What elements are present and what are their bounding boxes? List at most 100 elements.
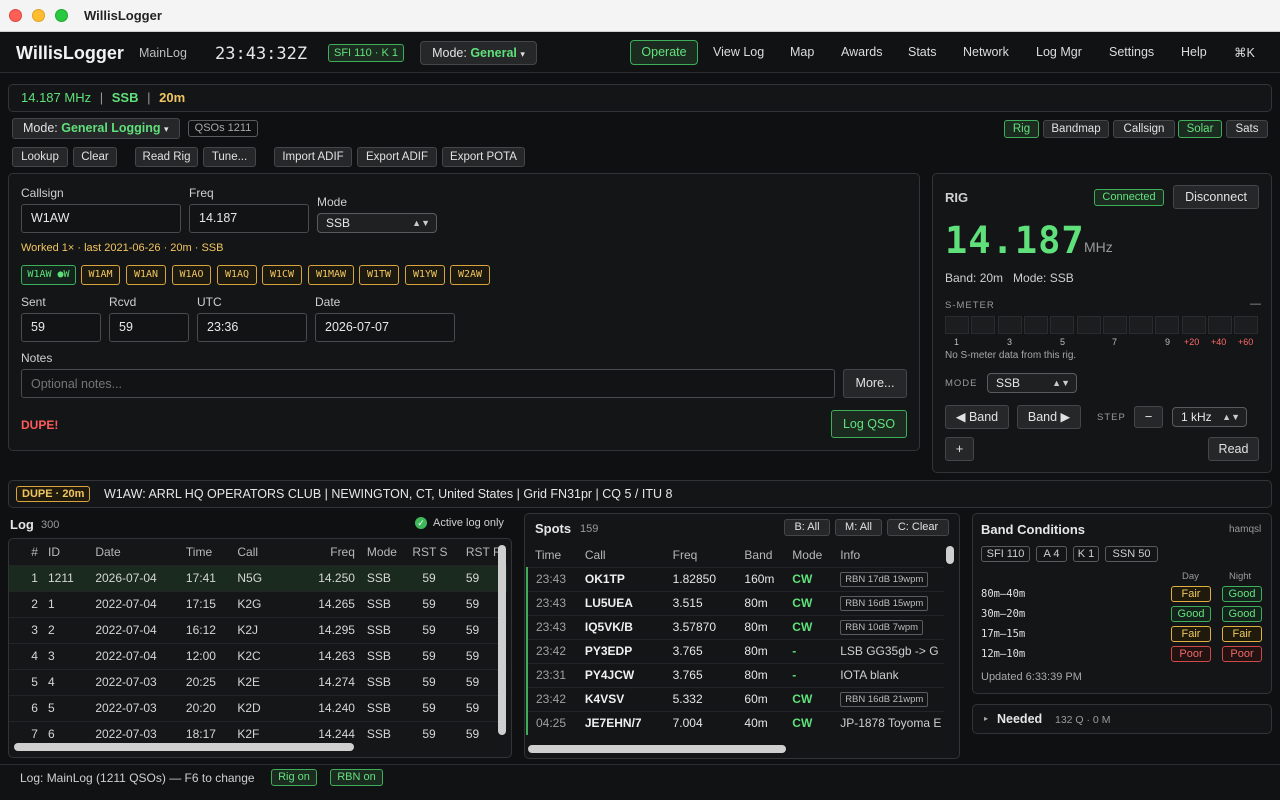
spot-row[interactable]: 23:43 IQ5VK/B 3.57870 80m CW RBN 10dB 7wpm bbox=[526, 615, 944, 639]
toggle-rig[interactable]: Rig bbox=[1004, 120, 1039, 138]
more-button[interactable]: More... bbox=[843, 369, 907, 398]
read-button[interactable]: Read bbox=[1208, 437, 1259, 461]
column-header[interactable]: Date bbox=[91, 539, 182, 565]
toggle-callsign[interactable]: Callsign bbox=[1113, 120, 1175, 138]
mode-filter-button[interactable]: M: All bbox=[835, 519, 882, 536]
column-header[interactable]: ID bbox=[44, 539, 91, 565]
nav-map[interactable]: Map bbox=[790, 45, 814, 59]
table-row[interactable]: 4 3 2022-07-04 12:00 K2C 14.263 SSB 59 59 bbox=[9, 643, 507, 669]
column-header[interactable]: Band bbox=[740, 543, 788, 567]
checkbox-checked-icon[interactable]: ✓ bbox=[415, 517, 427, 529]
spot-row[interactable]: 04:25 JE7EHN/7 7.004 40m CW JP-1878 Toyoma E bbox=[526, 711, 944, 735]
spot-row[interactable]: 23:31 PY4JCW 3.765 80m - IOTA blank bbox=[526, 663, 944, 687]
export-adif-button[interactable]: Export ADIF bbox=[357, 147, 437, 167]
lookup-button[interactable]: Lookup bbox=[12, 147, 68, 167]
callsign-input[interactable]: W1AW bbox=[21, 204, 181, 233]
toggle-bandmap[interactable]: Bandmap bbox=[1043, 120, 1109, 138]
read-rig-button[interactable]: Read Rig bbox=[135, 147, 198, 167]
spot-row[interactable]: 23:43 OK1TP 1.82850 160m CW RBN 17dB 19wpm bbox=[526, 567, 944, 591]
table-cell: 2022-07-04 bbox=[95, 649, 157, 663]
column-header[interactable]: Mode bbox=[788, 543, 836, 567]
export-pota-button[interactable]: Export POTA bbox=[442, 147, 525, 167]
header-mode-dropdown[interactable]: Mode: General ▾ bbox=[420, 41, 537, 65]
nav-operate[interactable]: Operate bbox=[630, 40, 698, 65]
callsign-suggestion-chip[interactable]: W1TW bbox=[359, 265, 399, 285]
rbn-tag: RBN 16dB 21wpm bbox=[840, 692, 929, 707]
current-frequency: 14.187 MHz bbox=[21, 90, 92, 105]
rig-mode-select[interactable]: SSB ▲▼ bbox=[987, 373, 1077, 393]
rst-sent-input[interactable]: 59 bbox=[21, 313, 101, 342]
step-plus-button[interactable]: + bbox=[945, 437, 974, 461]
column-header[interactable]: Call bbox=[581, 543, 669, 567]
table-row[interactable]: 3 2 2022-07-04 16:12 K2J 14.295 SSB 59 59 bbox=[9, 617, 507, 643]
callsign-suggestion-chip[interactable]: W1AN bbox=[126, 265, 166, 285]
logging-mode-dropdown[interactable]: Mode: General Logging ▾ bbox=[12, 118, 180, 139]
zoom-window-button[interactable] bbox=[55, 9, 68, 22]
nav-stats[interactable]: Stats bbox=[908, 45, 937, 59]
column-header[interactable]: Call bbox=[233, 539, 303, 565]
nav-awards[interactable]: Awards bbox=[841, 45, 882, 59]
callsign-suggestion-chip[interactable]: W2AW bbox=[450, 265, 490, 285]
callsign-suggestion-chip[interactable]: W1AQ bbox=[217, 265, 257, 285]
band-up-button[interactable]: Band ▶ bbox=[1017, 405, 1081, 429]
callsign-suggestion-chip[interactable]: W1CW bbox=[262, 265, 302, 285]
step-select[interactable]: 1 kHz ▲▼ bbox=[1172, 407, 1247, 427]
nav-view-log[interactable]: View Log bbox=[713, 45, 764, 59]
spot-row[interactable]: 23:43 LU5UEA 3.515 80m CW RBN 16dB 15wpm bbox=[526, 591, 944, 615]
column-header[interactable]: Time bbox=[182, 539, 233, 565]
log-vertical-scrollbar[interactable] bbox=[498, 545, 506, 735]
nav-help[interactable]: Help bbox=[1181, 45, 1207, 59]
table-row[interactable]: 6 5 2022-07-03 20:20 K2D 14.240 SSB 59 59 bbox=[9, 695, 507, 721]
step-minus-button[interactable]: − bbox=[1134, 406, 1163, 428]
spot-row[interactable]: 23:42 PY3EDP 3.765 80m - LSB GG35gb -> G bbox=[526, 639, 944, 663]
band-down-button[interactable]: ◀ Band bbox=[945, 405, 1009, 429]
expand-arrow-icon[interactable]: ▸ bbox=[984, 714, 988, 723]
callsign-suggestion-chip[interactable]: W1YW bbox=[405, 265, 445, 285]
disconnect-button[interactable]: Disconnect bbox=[1173, 185, 1259, 209]
callsign-suggestion-chip[interactable]: W1AO bbox=[172, 265, 211, 285]
clear-filter-button[interactable]: C: Clear bbox=[887, 519, 949, 536]
tune-button[interactable]: Tune... bbox=[203, 147, 256, 167]
column-header[interactable]: RST S bbox=[408, 539, 462, 565]
toggle-sats[interactable]: Sats bbox=[1226, 120, 1268, 138]
notes-input[interactable] bbox=[21, 369, 835, 398]
spots-vertical-scrollbar[interactable] bbox=[946, 546, 954, 564]
freq-input[interactable]: 14.187 bbox=[189, 204, 309, 233]
spots-horizontal-scrollbar[interactable] bbox=[528, 745, 786, 753]
table-row[interactable]: 1 1211 2026-07-04 17:41 N5G 14.250 SSB 59 59 bbox=[9, 565, 507, 591]
mode-select[interactable]: SSB ▲▼ bbox=[317, 213, 437, 233]
column-header[interactable]: Info bbox=[836, 543, 944, 567]
import-adif-button[interactable]: Import ADIF bbox=[274, 147, 352, 167]
band-filter-button[interactable]: B: All bbox=[784, 519, 830, 536]
nav-network[interactable]: Network bbox=[963, 45, 1009, 59]
clear-button[interactable]: Clear bbox=[73, 147, 117, 167]
needed-title[interactable]: Needed bbox=[997, 712, 1042, 726]
toggle-solar[interactable]: Solar bbox=[1178, 120, 1222, 138]
column-header[interactable]: # bbox=[9, 539, 44, 565]
column-header[interactable]: Mode bbox=[359, 539, 408, 565]
spot-band: 60m bbox=[744, 692, 768, 706]
callsign-suggestion-chip[interactable]: W1AM bbox=[81, 265, 120, 285]
log-horizontal-scrollbar[interactable] bbox=[14, 743, 354, 751]
rst-rcvd-input[interactable]: 59 bbox=[109, 313, 189, 342]
spot-row[interactable]: 23:42 K4VSV 5.332 60m CW RBN 16dB 21wpm bbox=[526, 687, 944, 711]
column-header[interactable]: Freq bbox=[669, 543, 741, 567]
command-palette-button[interactable]: ⌘K bbox=[1234, 45, 1255, 60]
table-row[interactable]: 5 4 2022-07-03 20:25 K2E 14.274 SSB 59 59 bbox=[9, 669, 507, 695]
utc-input[interactable]: 23:36 bbox=[197, 313, 307, 342]
callsign-suggestion-chip[interactable]: W1MAW bbox=[308, 265, 354, 285]
callsign-suggestion-chip[interactable]: W1AW ●W bbox=[21, 265, 76, 285]
table-cell: 4 bbox=[31, 649, 38, 663]
column-header[interactable]: Time bbox=[527, 543, 581, 567]
log-qso-button[interactable]: Log QSO bbox=[831, 410, 907, 438]
column-header[interactable]: Freq bbox=[303, 539, 359, 565]
nav-settings[interactable]: Settings bbox=[1109, 45, 1154, 59]
table-row[interactable]: 2 1 2022-07-04 17:15 K2G 14.265 SSB 59 59 bbox=[9, 591, 507, 617]
chevron-updown-icon: ▲▼ bbox=[1222, 412, 1240, 422]
close-window-button[interactable] bbox=[9, 9, 22, 22]
nav-log-mgr[interactable]: Log Mgr bbox=[1036, 45, 1082, 59]
spot-info: RBN 10dB 7wpm bbox=[836, 615, 944, 639]
rig-frequency: 14.187 bbox=[945, 219, 1085, 262]
date-input[interactable]: 2026-07-07 bbox=[315, 313, 455, 342]
minimize-window-button[interactable] bbox=[32, 9, 45, 22]
